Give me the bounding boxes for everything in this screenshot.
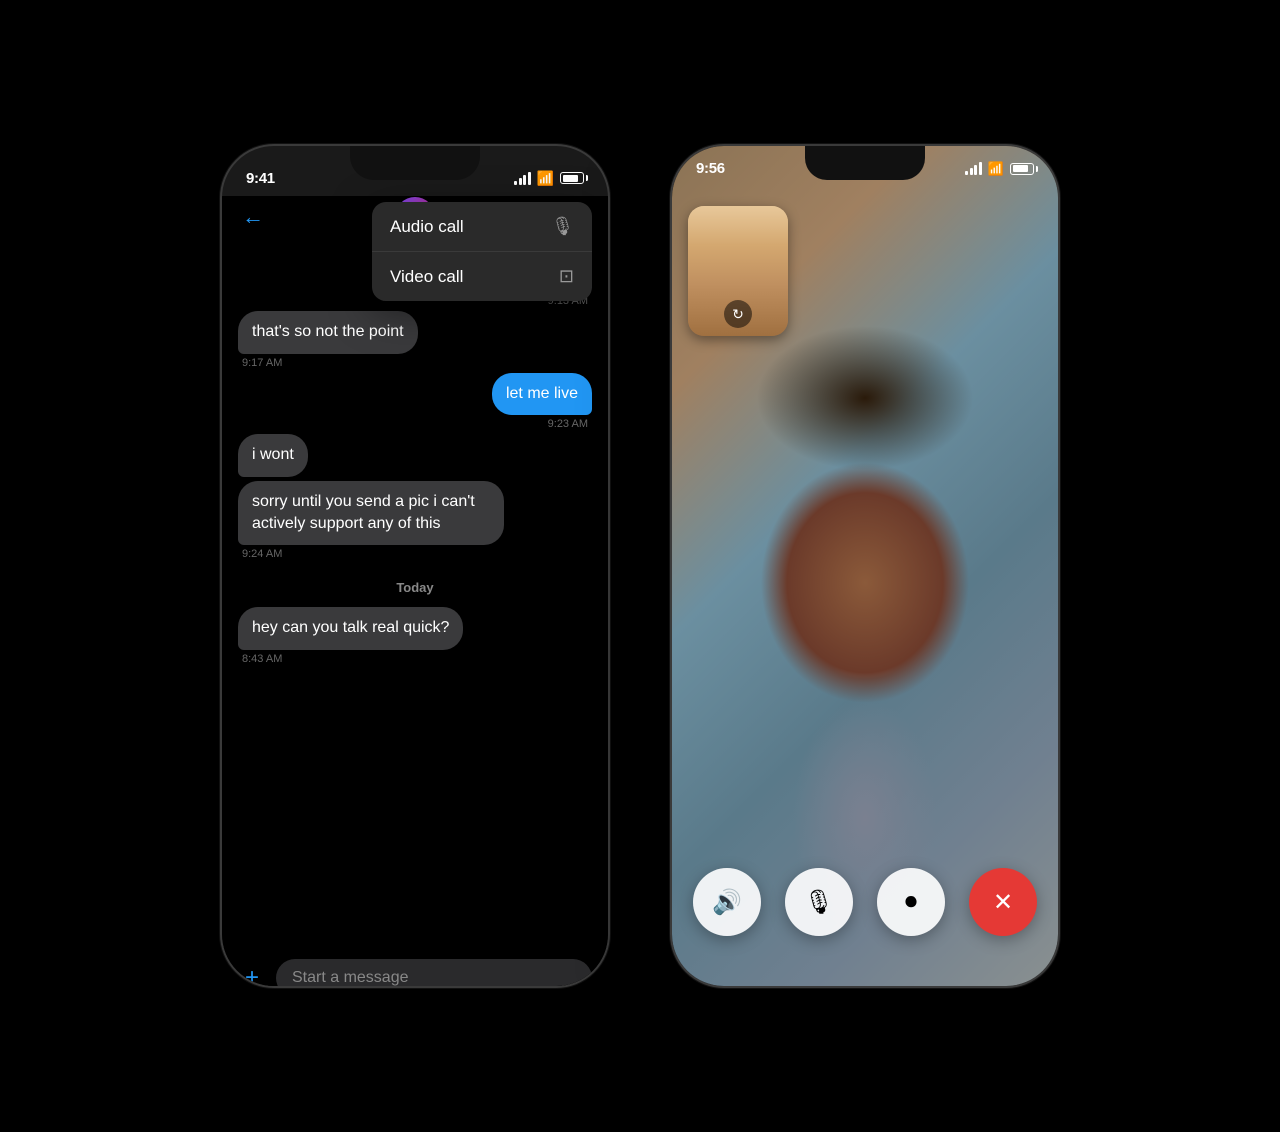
microphone-icon: 🎙 [551, 216, 574, 237]
messages-screen: ← ✆ ⓘ Audio call 🎙 Video call ⊡ the sexu… [222, 196, 608, 988]
battery-icon [560, 172, 584, 184]
status-bar-messages: 9:41 📶 [222, 146, 608, 196]
end-call-icon: ✕ [993, 888, 1013, 917]
phone-facetime: 9:56 📶 ↻ 🔊 🎙 [670, 144, 1060, 988]
flip-camera-button[interactable]: ↻ [724, 300, 752, 328]
message-time: 9:17 AM [238, 357, 286, 369]
self-view-pip[interactable]: ↻ [688, 206, 788, 336]
day-divider: Today [238, 564, 592, 603]
flip-camera-icon: ↻ [732, 306, 744, 323]
wifi-icon: 📶 [537, 170, 554, 187]
facetime-screen: 9:56 📶 ↻ 🔊 🎙 [672, 146, 1058, 986]
message-time: 9:23 AM [544, 418, 592, 430]
message-input[interactable]: Start a message [276, 959, 592, 988]
message-bubble: sorry until you send a pic i can't activ… [238, 481, 504, 546]
status-icons-messages: 📶 [514, 170, 584, 187]
status-time-facetime: 9:56 [696, 160, 725, 177]
back-button[interactable]: ← [242, 204, 274, 230]
call-controls: 🔊 🎙 ⏺ ✕ [672, 868, 1058, 936]
input-bar: + Start a message [222, 947, 608, 988]
message-bubble: that's so not the point [238, 311, 418, 353]
message-time: 9:24 AM [238, 548, 286, 560]
microphone-icon: 🎙 [804, 888, 834, 917]
mute-button[interactable]: 🎙 [785, 868, 853, 936]
speaker-button[interactable]: 🔊 [693, 868, 761, 936]
call-dropdown-menu: Audio call 🎙 Video call ⊡ [372, 202, 592, 301]
end-call-button[interactable]: ✕ [969, 868, 1037, 936]
status-time-messages: 9:41 [246, 170, 275, 187]
speaker-icon: 🔊 [712, 888, 742, 917]
add-attachment-button[interactable]: + [238, 964, 266, 988]
message-row: hey can you talk real quick? 8:43 AM [238, 607, 592, 664]
audio-call-option[interactable]: Audio call 🎙 [372, 202, 592, 252]
message-row: sorry until you send a pic i can't activ… [238, 481, 592, 561]
camera-icon: ⏺ [905, 888, 917, 916]
status-icons-facetime: 📶 [965, 161, 1034, 177]
wifi-icon-facetime: 📶 [988, 161, 1004, 177]
status-bar-facetime: 9:56 📶 [672, 146, 1058, 177]
message-bubble: i wont [238, 434, 308, 476]
signal-icon-facetime [965, 162, 982, 175]
message-time: 8:43 AM [238, 653, 286, 665]
message-row: that's so not the point 9:17 AM [238, 311, 592, 368]
message-row: let me live 9:23 AM [238, 373, 592, 430]
message-row: i wont [238, 434, 592, 476]
messages-list: the sexual tension is 11/10 9:13 AM that… [222, 240, 608, 947]
signal-icon [514, 172, 531, 185]
phone-messages: 9:41 📶 ← ✆ ⓘ Audio call 🎙 [220, 144, 610, 988]
message-bubble: let me live [492, 373, 592, 415]
battery-icon-facetime [1010, 163, 1034, 175]
video-call-option[interactable]: Video call ⊡ [372, 252, 592, 301]
camera-toggle-button[interactable]: ⏺ [877, 868, 945, 936]
camera-icon: ⊡ [559, 266, 574, 287]
message-bubble: hey can you talk real quick? [238, 607, 463, 649]
